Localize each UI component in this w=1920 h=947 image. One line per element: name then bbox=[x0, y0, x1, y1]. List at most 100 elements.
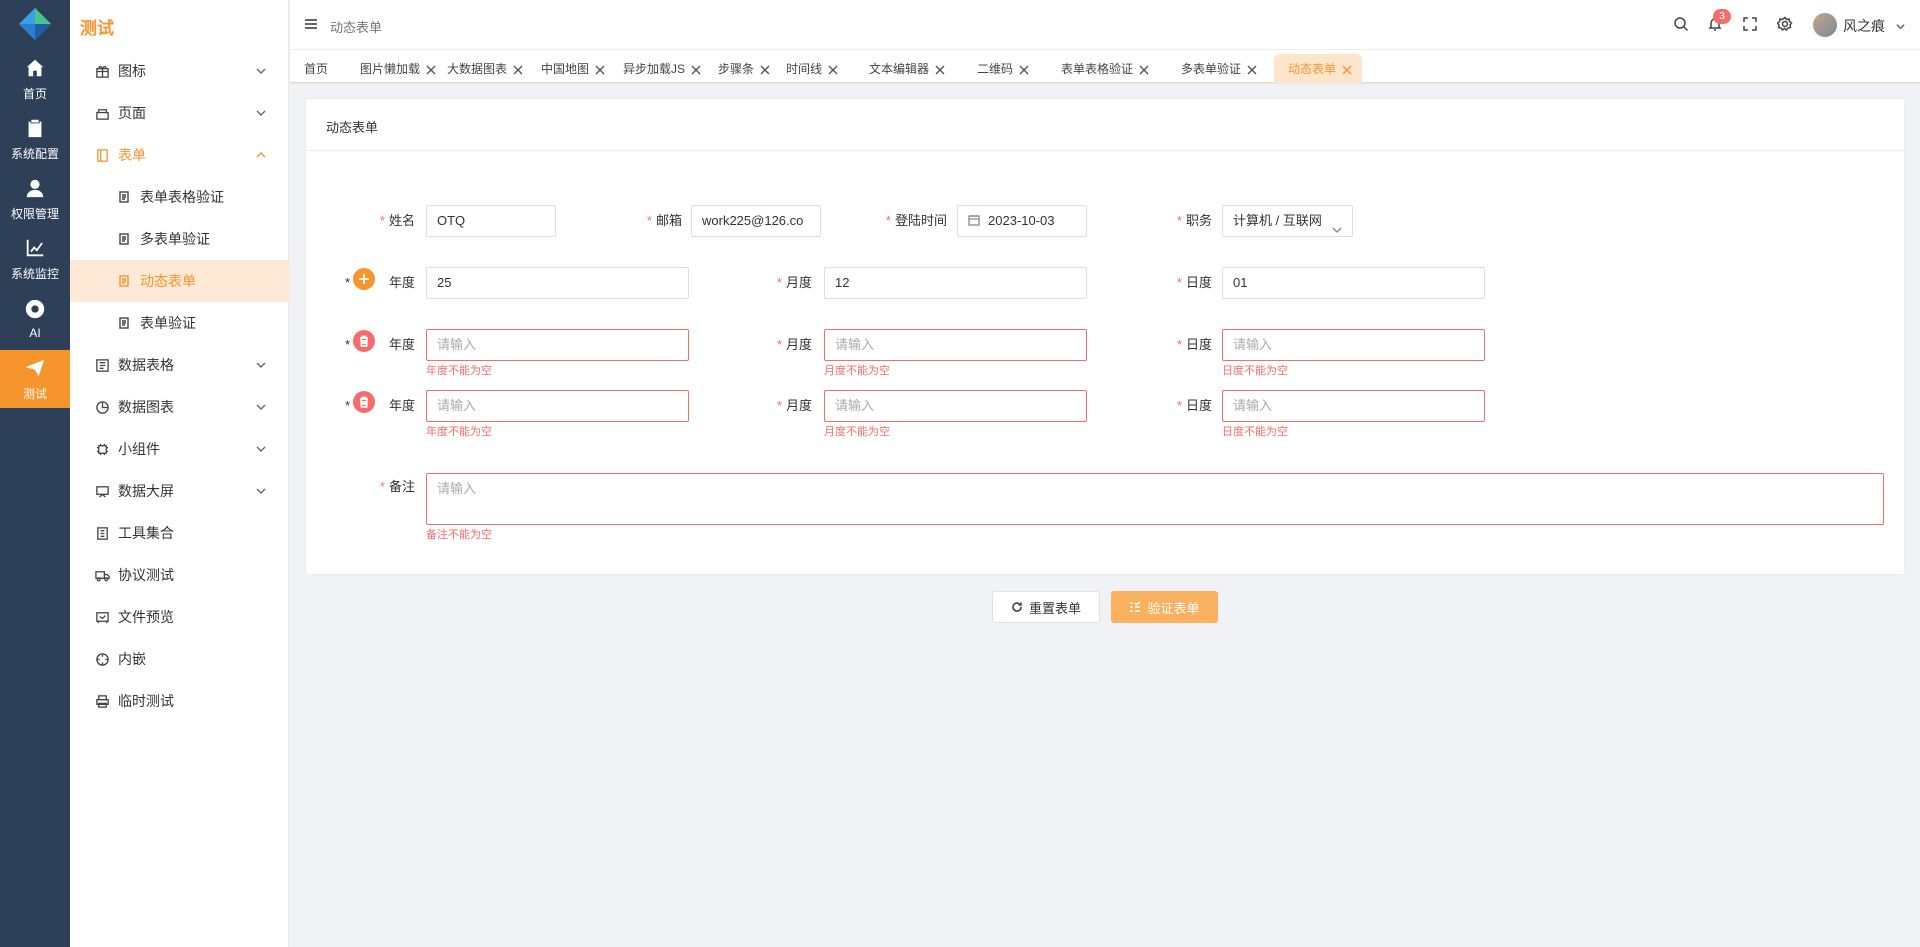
tab-home[interactable]: 首页 bbox=[290, 54, 338, 83]
check-list-icon bbox=[1130, 601, 1141, 612]
sidebar-item-forms[interactable]: 表单 bbox=[70, 134, 289, 176]
book-icon bbox=[94, 525, 110, 541]
day-field[interactable]: 请输入 bbox=[1222, 329, 1485, 361]
close-icon[interactable] bbox=[595, 64, 605, 74]
sidebar-item-pages[interactable]: 页面 bbox=[70, 92, 289, 134]
rail-item-label: 系统配置 bbox=[10, 146, 59, 161]
sidebar-item-protocol-test[interactable]: 协议测试 bbox=[70, 554, 289, 596]
avatar[interactable] bbox=[1813, 13, 1837, 37]
sidebar-item-data-chart[interactable]: 数据图表 bbox=[70, 386, 289, 428]
close-icon[interactable] bbox=[513, 64, 523, 74]
rail-item-home[interactable]: 首页 bbox=[0, 50, 70, 108]
gear-icon[interactable] bbox=[1776, 16, 1793, 32]
tab-qrcode[interactable]: 二维码 bbox=[963, 54, 1039, 83]
email-field[interactable]: work225@126.co bbox=[691, 205, 821, 237]
delete-row-button[interactable] bbox=[353, 330, 375, 352]
sidebar-item-form-validation[interactable]: 表单验证 bbox=[70, 302, 289, 344]
tab-big-data-chart[interactable]: 大数据图表 bbox=[433, 54, 533, 83]
username[interactable]: 风之痕 bbox=[1843, 16, 1885, 36]
placeholder: 请输入 bbox=[437, 398, 477, 413]
month-label: * 月度 bbox=[776, 337, 812, 352]
remark-textarea[interactable]: 请输入 bbox=[426, 473, 1884, 525]
chevron-down-icon[interactable] bbox=[1895, 19, 1906, 30]
sidebar-item-multi-form-validation[interactable]: 多表单验证 bbox=[70, 218, 289, 260]
form-icon bbox=[94, 147, 110, 163]
tab-label: 动态表单 bbox=[1288, 62, 1337, 76]
delete-row-button[interactable] bbox=[353, 391, 375, 413]
divider bbox=[306, 150, 1904, 151]
month-field[interactable]: 请输入 bbox=[824, 329, 1087, 361]
sidebar-item-tools[interactable]: 工具集合 bbox=[70, 512, 289, 554]
year-field[interactable]: 请输入 bbox=[426, 390, 689, 422]
tab-multi-form-validation[interactable]: 多表单验证 bbox=[1167, 54, 1267, 83]
month-field[interactable]: 请输入 bbox=[824, 390, 1087, 422]
monitor-icon bbox=[94, 483, 110, 499]
tab-async-js[interactable]: 异步加载JS bbox=[609, 54, 711, 83]
sidebar-item-embedded[interactable]: 内嵌 bbox=[70, 638, 289, 680]
tab-timeline[interactable]: 时间线 bbox=[772, 54, 848, 83]
chart-line-icon bbox=[26, 239, 44, 256]
chevron-down-icon bbox=[255, 358, 267, 370]
menu-toggle-icon[interactable] bbox=[304, 17, 318, 31]
search-icon[interactable] bbox=[1673, 16, 1689, 32]
tab-form-table-validation[interactable]: 表单表格验证 bbox=[1047, 54, 1159, 83]
required-mark: * bbox=[344, 275, 350, 290]
tab-image-lazyload[interactable]: 图片懒加载 bbox=[346, 54, 446, 83]
job-select[interactable]: 计算机 / 互联网 bbox=[1222, 205, 1353, 237]
close-icon[interactable] bbox=[1247, 64, 1257, 74]
sidebar-item-icons[interactable]: 图标 bbox=[70, 50, 289, 92]
chevron-down-icon bbox=[255, 106, 267, 118]
month-field[interactable]: 12 bbox=[824, 267, 1087, 299]
remark-label: * 备注 bbox=[379, 479, 415, 494]
sidebar-item-dynamic-form[interactable]: 动态表单 bbox=[70, 260, 289, 302]
sidebar-item-form-table-validation[interactable]: 表单表格验证 bbox=[70, 176, 289, 218]
close-icon[interactable] bbox=[935, 64, 945, 74]
year-label: 年度 bbox=[388, 337, 415, 352]
tab-dynamic-form[interactable]: 动态表单 bbox=[1274, 54, 1363, 83]
trash-icon bbox=[360, 335, 368, 347]
chevron-down-icon bbox=[255, 64, 267, 76]
login-date-value: 2023-10-03 bbox=[988, 213, 1055, 228]
close-icon[interactable] bbox=[828, 64, 838, 74]
rail-item-monitor[interactable]: 系统监控 bbox=[0, 230, 70, 288]
close-icon[interactable] bbox=[1139, 64, 1149, 74]
tab-steps[interactable]: 步骤条 bbox=[704, 54, 780, 83]
tab-text-editor[interactable]: 文本编辑器 bbox=[855, 54, 955, 83]
sidebar-item-file-preview[interactable]: 文件预览 bbox=[70, 596, 289, 638]
validate-form-button[interactable]: 验证表单 bbox=[1111, 591, 1218, 623]
close-icon[interactable] bbox=[1019, 64, 1029, 74]
doc-icon bbox=[116, 231, 132, 247]
tab-china-map[interactable]: 中国地图 bbox=[527, 54, 615, 83]
day-error: 日度不能为空 bbox=[1222, 426, 1288, 438]
sidebar-item-big-screen[interactable]: 数据大屏 bbox=[70, 470, 289, 512]
frame-icon bbox=[94, 609, 110, 625]
rail-item-system-config[interactable]: 系统配置 bbox=[0, 110, 70, 168]
day-label: * 日度 bbox=[1176, 398, 1212, 413]
rail-item-permissions[interactable]: 权限管理 bbox=[0, 170, 70, 228]
sidebar-item-temp-test[interactable]: 临时测试 bbox=[70, 680, 289, 722]
rail-item-test[interactable]: 测试 bbox=[0, 350, 70, 408]
fullscreen-icon[interactable] bbox=[1742, 16, 1758, 32]
tab-label: 中国地图 bbox=[541, 62, 590, 76]
rail-item-label: 权限管理 bbox=[10, 206, 59, 221]
close-icon[interactable] bbox=[691, 64, 701, 74]
chevron-up-icon bbox=[255, 148, 267, 160]
tab-label: 图片懒加载 bbox=[360, 62, 421, 76]
close-icon[interactable] bbox=[760, 64, 770, 74]
day-field[interactable]: 01 bbox=[1222, 267, 1485, 299]
sidebar-item-data-table[interactable]: 数据表格 bbox=[70, 344, 289, 386]
sidebar-item-label: 临时测试 bbox=[118, 693, 174, 709]
refresh-icon bbox=[1012, 602, 1022, 612]
name-field[interactable]: OTQ bbox=[426, 205, 556, 237]
year-field[interactable]: 请输入 bbox=[426, 329, 689, 361]
sidebar-item-widgets[interactable]: 小组件 bbox=[70, 428, 289, 470]
home-icon bbox=[26, 59, 44, 76]
login-date-picker[interactable]: 2023-10-03 bbox=[957, 205, 1087, 237]
doc-icon bbox=[116, 315, 132, 331]
year-field[interactable]: 25 bbox=[426, 267, 689, 299]
add-row-button[interactable] bbox=[353, 268, 375, 290]
day-field[interactable]: 请输入 bbox=[1222, 390, 1485, 422]
close-icon[interactable] bbox=[1342, 64, 1352, 74]
reset-form-button[interactable]: 重置表单 bbox=[992, 591, 1100, 623]
rail-item-ai[interactable]: AI bbox=[0, 290, 70, 348]
